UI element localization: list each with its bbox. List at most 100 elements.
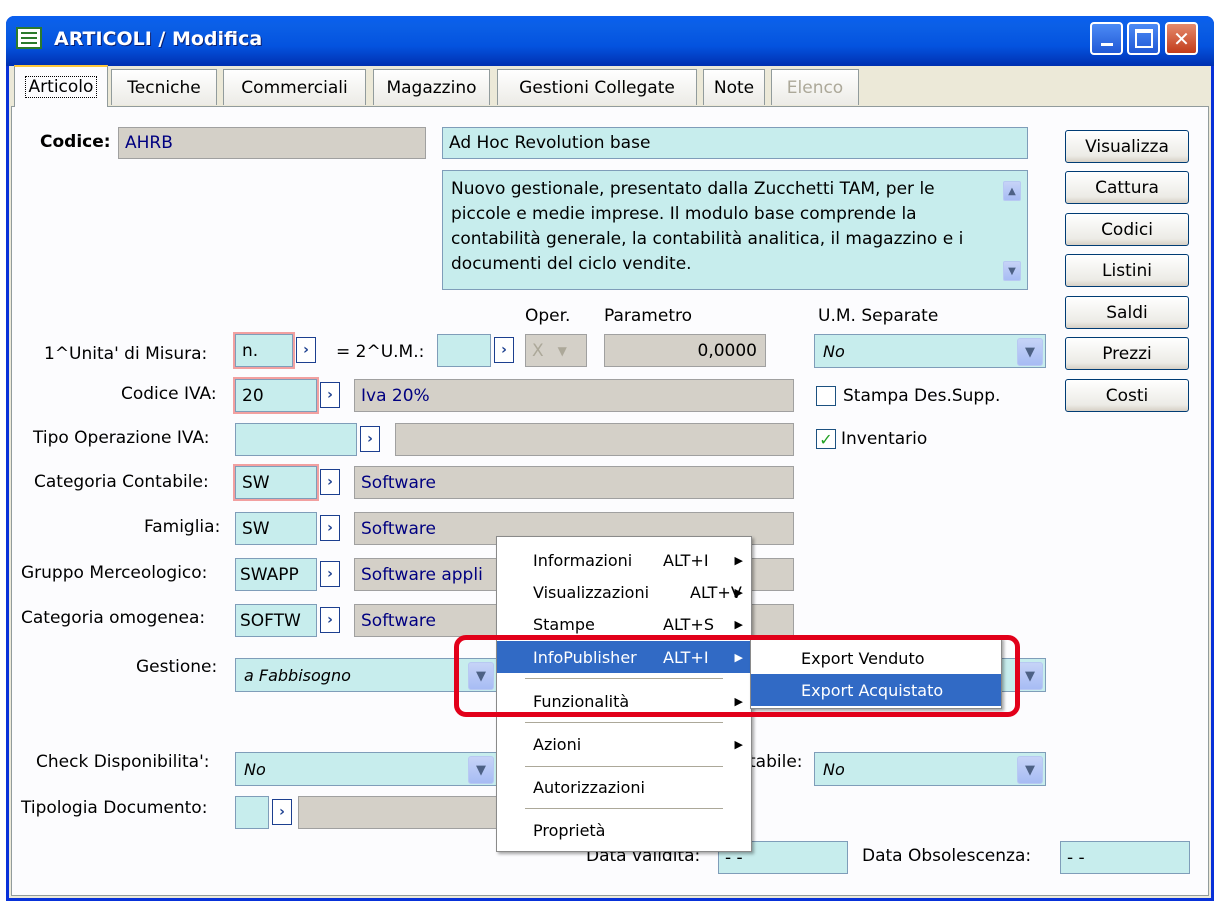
inventario-checkbox[interactable]: ✓ <box>816 429 836 449</box>
listini-button[interactable]: Listini <box>1065 254 1189 287</box>
contabile-combo[interactable]: No ▼ <box>814 752 1046 786</box>
tipologia-documento-zoom-button[interactable]: › <box>272 799 292 825</box>
costi-button[interactable]: Costi <box>1065 379 1189 412</box>
menu-item-informazioni[interactable]: Informazioni ALT+I ▶ <box>497 544 751 576</box>
parametro-field[interactable]: 0,0000 <box>604 334 766 367</box>
oper-value: X <box>532 340 544 361</box>
note-textarea[interactable]: Nuovo gestionale, presentato dalla Zucch… <box>442 170 1028 290</box>
menu-item-proprieta[interactable]: Proprietà <box>497 814 751 846</box>
visualizza-button[interactable]: Visualizza <box>1065 130 1189 163</box>
check-icon: ✓ <box>819 429 833 449</box>
tipo-operazione-desc <box>395 423 794 456</box>
tipo-operazione-label: Tipo Operazione IVA: <box>33 428 210 448</box>
codice-label: Codice: <box>40 132 111 152</box>
check-disponibilita-value: No <box>244 759 266 779</box>
submenu-arrow-icon: ▶ <box>734 737 743 751</box>
categoria-omogenea-zoom-button[interactable]: › <box>320 607 340 633</box>
gestione-value: a Fabbisogno <box>244 665 351 685</box>
famiglia-label: Famiglia: <box>144 517 221 537</box>
menu-separator <box>525 722 723 723</box>
um1-label: 1^Unita' di Misura: <box>44 344 208 364</box>
submenu-arrow-icon: ▶ <box>734 585 743 599</box>
cattura-button[interactable]: Cattura <box>1065 171 1189 204</box>
um-separate-label: U.M. Separate <box>818 306 939 326</box>
codice-iva-label: Codice IVA: <box>121 384 217 404</box>
tipo-operazione-field[interactable] <box>235 423 357 456</box>
oper-label: Oper. <box>525 306 571 326</box>
um1-zoom-button[interactable]: › <box>296 337 316 363</box>
tipologia-documento-label: Tipologia Documento: <box>21 798 208 818</box>
menu-item-autorizzazioni[interactable]: Autorizzazioni <box>497 771 751 803</box>
categoria-contabile-field[interactable]: SW <box>233 464 319 501</box>
contabile-value: No <box>823 759 845 779</box>
scroll-up-button[interactable]: ▲ <box>1003 181 1021 201</box>
famiglia-field[interactable]: SW <box>235 512 317 545</box>
minimize-icon <box>1100 43 1113 46</box>
codice-iva-desc: Iva 20% <box>354 379 794 412</box>
um1-field[interactable]: n. <box>233 332 295 369</box>
oper-combo[interactable]: X ▼ <box>525 334 587 367</box>
categoria-contabile-desc: Software <box>354 466 794 499</box>
submenu-arrow-icon: ▶ <box>734 617 743 631</box>
um-separate-combo[interactable]: No ▼ <box>814 334 1046 368</box>
um2-field[interactable] <box>437 334 491 367</box>
contabile-label: tabile: <box>749 752 803 772</box>
gestione-label: Gestione: <box>136 657 218 677</box>
stampa-label: Stampa Des.Supp. <box>843 386 1001 406</box>
famiglia-zoom-button[interactable]: › <box>320 515 340 541</box>
close-button[interactable]: ✕ <box>1165 22 1198 55</box>
tab-commerciali[interactable]: Commerciali <box>223 69 366 105</box>
descrizione-field[interactable]: Ad Hoc Revolution base <box>442 127 1028 159</box>
check-disponibilita-combo[interactable]: No ▼ <box>235 752 497 786</box>
menu-label: Autorizzazioni <box>533 777 645 797</box>
scroll-down-button[interactable]: ▼ <box>1003 261 1021 281</box>
minimize-button[interactable] <box>1090 22 1123 55</box>
inventario-label: Inventario <box>841 429 928 449</box>
parametro-label: Parametro <box>604 306 693 326</box>
categoria-omogenea-label: Categoria omogenea: <box>21 608 206 628</box>
tipologia-documento-field[interactable] <box>235 796 269 829</box>
tab-articolo[interactable]: Articolo <box>14 65 108 107</box>
submenu-arrow-icon: ▶ <box>734 553 743 567</box>
maximize-icon <box>1134 29 1153 48</box>
gruppo-merceologico-zoom-button[interactable]: › <box>320 561 340 587</box>
note-text: Nuovo gestionale, presentato dalla Zucch… <box>451 179 964 274</box>
chevron-down-icon[interactable]: ▼ <box>468 756 494 784</box>
data-obsolescenza-label: Data Obsolescenza: <box>862 846 1032 866</box>
categoria-contabile-zoom-button[interactable]: › <box>320 469 340 495</box>
tab-gestioni-collegate[interactable]: Gestioni Collegate <box>497 69 697 105</box>
codice-iva-field[interactable]: 20 <box>233 377 319 414</box>
tab-note[interactable]: Note <box>703 69 765 105</box>
gruppo-merceologico-field[interactable]: SWAPP <box>235 558 317 591</box>
tab-magazzino[interactable]: Magazzino <box>373 69 490 105</box>
chevron-down-icon[interactable]: ▼ <box>1017 338 1043 366</box>
data-obsolescenza-field[interactable]: - - <box>1060 841 1190 874</box>
gruppo-merceologico-label: Gruppo Merceologico: <box>21 563 208 583</box>
tab-tecniche[interactable]: Tecniche <box>111 69 217 105</box>
chevron-down-icon[interactable]: ▼ <box>1017 756 1043 784</box>
saldi-button[interactable]: Saldi <box>1065 296 1189 329</box>
menu-label: Proprietà <box>533 820 606 840</box>
codici-button[interactable]: Codici <box>1065 213 1189 246</box>
um2-zoom-button[interactable]: › <box>494 337 514 363</box>
prezzi-button[interactable]: Prezzi <box>1065 337 1189 370</box>
menu-item-visualizzazioni[interactable]: Visualizzazioni ALT+V ▶ <box>497 576 751 608</box>
maximize-button[interactable] <box>1127 22 1160 55</box>
close-icon: ✕ <box>1173 26 1190 51</box>
tab-elenco: Elenco <box>771 69 859 105</box>
chevron-down-icon[interactable]: ▼ <box>1017 662 1043 690</box>
tipo-operazione-zoom-button[interactable]: › <box>360 426 380 452</box>
categoria-omogenea-field[interactable]: SOFTW <box>235 604 317 637</box>
app-icon <box>16 27 42 49</box>
menu-label: Informazioni <box>533 550 633 570</box>
menu-separator <box>525 808 723 809</box>
menu-shortcut: ALT+I <box>663 550 709 570</box>
codice-field[interactable]: AHRB <box>118 127 426 159</box>
stampa-checkbox[interactable] <box>816 386 836 406</box>
menu-item-azioni[interactable]: Azioni ▶ <box>497 728 751 760</box>
codice-iva-zoom-button[interactable]: › <box>320 382 340 408</box>
check-disponibilita-label: Check Disponibilita': <box>36 752 210 772</box>
menu-label: Azioni <box>533 734 582 754</box>
menu-separator <box>525 766 723 767</box>
chevron-down-icon: ▼ <box>557 343 567 358</box>
